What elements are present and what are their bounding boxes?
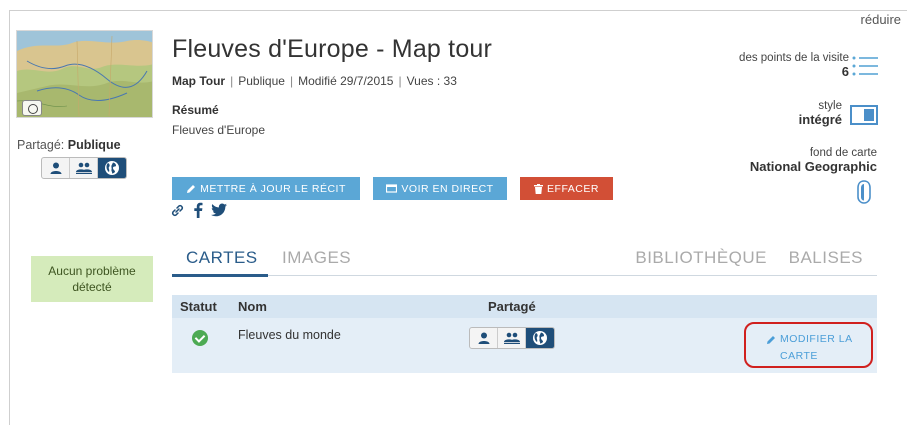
active-tab-indicator (172, 274, 268, 277)
basemap-value: National Geographic (749, 159, 877, 174)
group-icon[interactable] (70, 158, 98, 178)
column-header-sharing: Partagé (488, 299, 536, 314)
sharing-toggle-group (41, 157, 127, 179)
tab-bar: CARTES IMAGES BIBLIOTHÈQUE BALISES (172, 248, 877, 276)
pencil-icon (187, 184, 196, 193)
view-live-button[interactable]: VOIR EN DIRECT (373, 177, 507, 200)
list-icon[interactable] (852, 55, 878, 82)
map-pin-icon[interactable] (857, 180, 871, 209)
tab-library[interactable]: BIBLIOTHÈQUE (635, 248, 767, 268)
shared-prefix: Partagé: (17, 138, 65, 152)
update-story-label: METTRE À JOUR LE RÉCIT (200, 182, 346, 195)
story-style-value: intégré (798, 112, 842, 127)
story-style-label: style (818, 100, 842, 112)
user-icon[interactable] (42, 158, 70, 178)
user-icon[interactable] (470, 328, 498, 348)
tab-tags[interactable]: BALISES (789, 248, 863, 268)
globe-icon[interactable] (98, 158, 126, 178)
twitter-icon[interactable] (211, 203, 227, 222)
tour-points: des points de la visite 6 (739, 52, 849, 79)
story-type: Map Tour (172, 74, 226, 88)
status-message: Aucun problème détecté (31, 256, 153, 302)
globe-icon[interactable] (526, 328, 554, 348)
monitor-icon (386, 183, 398, 193)
summary-text: Fleuves d'Europe (172, 123, 266, 137)
share-links (170, 202, 227, 223)
layout-icon[interactable] (850, 105, 878, 130)
update-story-button[interactable]: METTRE À JOUR LE RÉCIT (172, 177, 360, 200)
shared-status: Partagé: Publique (17, 138, 121, 152)
group-icon[interactable] (498, 328, 526, 348)
column-header-name: Nom (238, 299, 267, 314)
tab-maps[interactable]: CARTES (186, 248, 258, 268)
tab-images[interactable]: IMAGES (282, 248, 351, 268)
summary-heading: Résumé (172, 103, 219, 117)
shared-value: Publique (67, 138, 121, 152)
story-modified: Modifié 29/7/2015 (298, 74, 394, 88)
link-icon[interactable] (170, 203, 185, 223)
story-style: style intégré (799, 100, 842, 127)
collapse-link[interactable]: réduire (861, 12, 901, 27)
delete-label: EFFACER (547, 182, 599, 195)
table-header: Statut Nom Partagé (172, 295, 877, 318)
trash-icon (534, 183, 544, 194)
row-sharing-toggle-group (469, 327, 555, 349)
column-header-status: Statut (180, 299, 217, 314)
basemap-label: fond de carte (809, 147, 877, 159)
camera-icon[interactable] (22, 100, 42, 116)
story-views: Vues : 33 (406, 74, 457, 88)
pencil-icon (767, 336, 775, 344)
story-title: Fleuves d'Europe - Map tour (172, 35, 493, 63)
delete-button[interactable]: EFFACER (520, 177, 613, 200)
map-name[interactable]: Fleuves du monde (238, 328, 341, 342)
check-icon (192, 330, 208, 346)
edit-map-link[interactable]: MODIFIER LA CARTE (744, 322, 873, 368)
story-visibility: Publique (238, 74, 285, 88)
basemap: fond de carte National Geographic (750, 147, 877, 174)
tour-points-value: 6 (841, 64, 849, 79)
edit-map-label: MODIFIER LA CARTE (780, 333, 853, 362)
story-meta: Map Tour | Publique | Modifié 29/7/2015 | Vues… (172, 74, 457, 88)
tour-points-label: des points de la visite (739, 52, 849, 64)
view-live-label: VOIR EN DIRECT (401, 182, 494, 195)
facebook-icon[interactable] (193, 202, 203, 223)
